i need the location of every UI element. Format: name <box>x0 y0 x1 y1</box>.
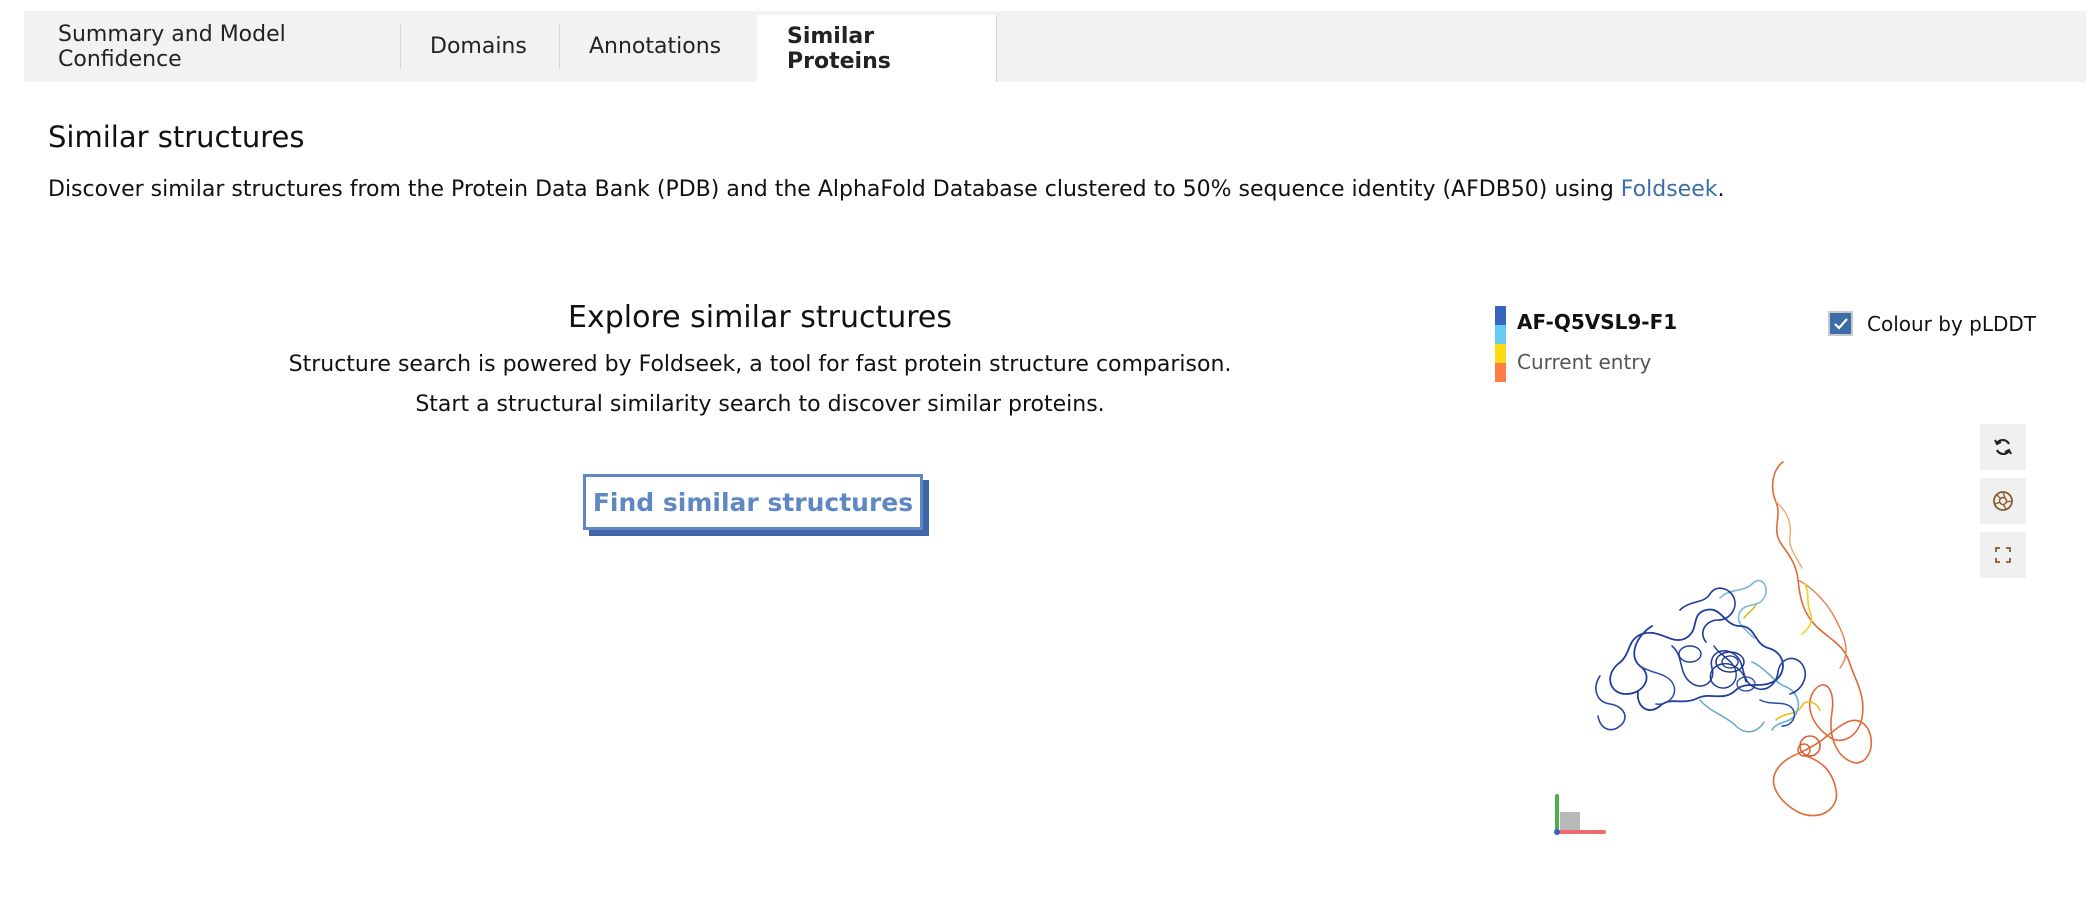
tab-summary[interactable]: Summary and Model Confidence <box>24 11 400 82</box>
tab-domains[interactable]: Domains <box>400 11 559 82</box>
foldseek-link[interactable]: Foldseek <box>1621 177 1718 202</box>
fullscreen-button[interactable] <box>1980 532 2026 578</box>
explore-panel: Explore similar structures Structure sea… <box>240 300 1280 425</box>
entry-label: Current entry <box>1517 350 1652 374</box>
colour-by-plddt-toggle[interactable]: Colour by pLDDT <box>1828 311 2036 336</box>
tab-domains-label: Domains <box>430 34 527 59</box>
protein-structure-image <box>1554 461 1873 835</box>
plddt-very-low-swatch <box>1495 363 1506 382</box>
tab-annotations[interactable]: Annotations <box>559 11 757 82</box>
plddt-low-swatch <box>1495 344 1506 363</box>
tab-bar: Summary and Model Confidence Domains Ann… <box>24 11 2086 82</box>
colour-by-plddt-label: Colour by pLDDT <box>1867 311 2036 336</box>
section-title: Similar structures <box>48 120 305 154</box>
section-description-end: . <box>1717 177 1725 202</box>
tab-similar-proteins-label: Similar Proteins <box>787 23 891 74</box>
tab-summary-label: Summary and Model Confidence <box>58 21 286 72</box>
plddt-color-bar <box>1495 306 1506 382</box>
entry-id: AF-Q5VSL9-F1 <box>1517 310 1678 334</box>
find-similar-structures-button[interactable]: Find similar structures <box>583 474 923 530</box>
rotate-icon <box>1994 438 2012 456</box>
fullscreen-icon <box>1995 547 2011 563</box>
camera-icon <box>1993 491 2013 511</box>
screenshot-button[interactable] <box>1980 478 2026 524</box>
plddt-confident-swatch <box>1495 325 1506 344</box>
tab-annotations-label: Annotations <box>589 34 722 59</box>
explore-instruction: Start a structural similarity search to … <box>415 392 1105 417</box>
section-description-text: Discover similar structures from the Pro… <box>48 177 1621 202</box>
reset-rotation-button[interactable] <box>1980 424 2026 470</box>
tab-similar-proteins[interactable]: Similar Proteins <box>757 15 997 82</box>
structure-viewer[interactable] <box>1540 450 1960 860</box>
explore-title: Explore similar structures <box>568 300 952 335</box>
section-description: Discover similar structures from the Pro… <box>48 177 1724 202</box>
checkmark-icon <box>1833 317 1848 330</box>
colour-by-plddt-checkbox[interactable] <box>1828 311 1853 336</box>
plddt-very-high-swatch <box>1495 306 1506 325</box>
explore-description: Structure search is powered by Foldseek,… <box>288 352 1232 377</box>
